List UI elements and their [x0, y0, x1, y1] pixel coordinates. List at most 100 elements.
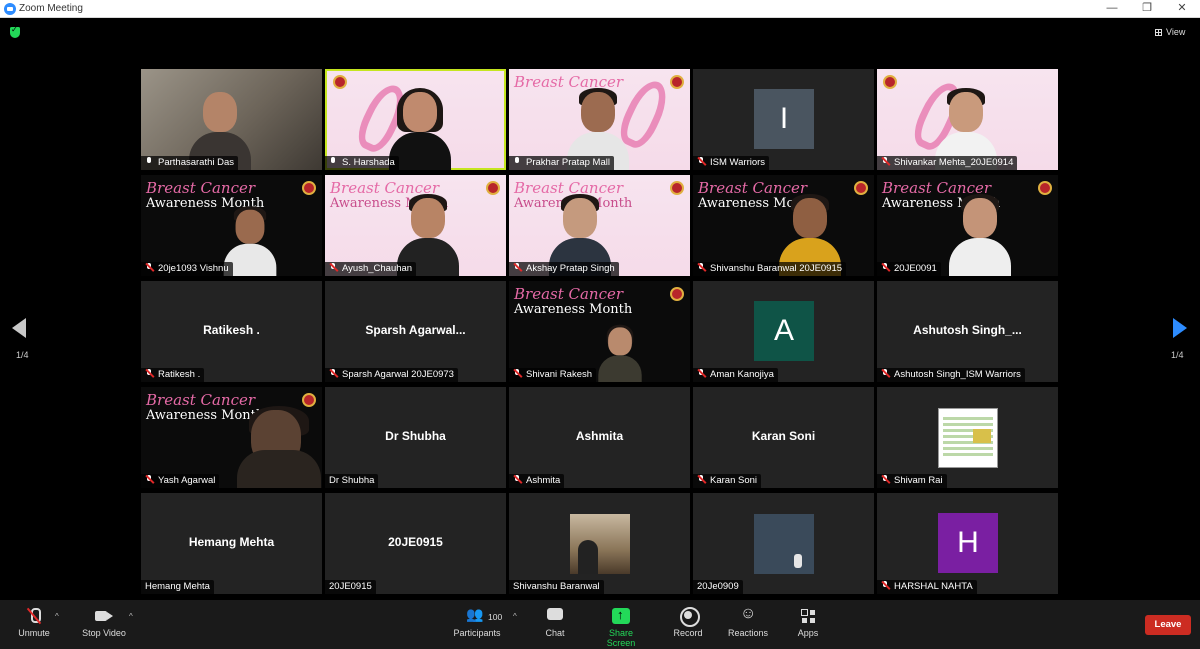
mic-muted-icon: [329, 369, 338, 378]
video-tile[interactable]: 20Je0909: [693, 493, 874, 594]
logo-icon: [883, 75, 897, 89]
mic-icon: [329, 157, 338, 166]
video-tile[interactable]: Karan Soni Karan Soni: [693, 387, 874, 488]
video-tile[interactable]: Dr Shubha Dr Shubha: [325, 387, 506, 488]
video-tile[interactable]: Shivanshu Baranwal: [509, 493, 690, 594]
video-options-caret-icon[interactable]: ^: [129, 612, 133, 621]
participant-count: 100: [488, 612, 503, 622]
video-tile[interactable]: Ratikesh . Ratikesh .: [141, 281, 322, 382]
mic-muted-icon: [145, 369, 154, 378]
participant-display-name: Ashmita: [575, 429, 624, 443]
participant-name: Akshay Pratap Singh: [526, 263, 615, 274]
reactions-label: Reactions: [728, 628, 769, 638]
video-tile[interactable]: Breast Cancer Awareness Month 20je1093 Vi…: [141, 175, 322, 276]
video-tile[interactable]: S. Harshada: [325, 69, 506, 170]
share-screen-button[interactable]: Share Screen: [594, 607, 648, 648]
participant-name: S. Harshada: [342, 157, 395, 168]
maximize-icon[interactable]: ❐: [1128, 0, 1166, 18]
participants-icon: [466, 606, 486, 624]
participant-display-name: Sparsh Agarwal...: [365, 323, 466, 337]
apps-icon: [799, 608, 817, 624]
participant-name: 20Je0909: [697, 581, 739, 592]
participant-display-name: Dr Shubha: [385, 429, 446, 443]
video-tile[interactable]: Parthasarathi Das: [141, 69, 322, 170]
logo-icon: [1038, 181, 1052, 195]
stop-video-label: Stop Video: [82, 628, 126, 638]
participant-name: Shivankar Mehta_20JE0914: [894, 157, 1014, 168]
mic-muted-icon: [329, 263, 338, 272]
video-tile[interactable]: H HARSHAL NAHTA: [877, 493, 1058, 594]
video-tile[interactable]: Ashutosh Singh_... Ashutosh Singh_ISM Wa…: [877, 281, 1058, 382]
video-tile[interactable]: Breast Cancer Prakhar Pratap Mall: [509, 69, 690, 170]
video-tile[interactable]: Breast Cancer Awareness Month Shivanshu B…: [693, 175, 874, 276]
profile-picture: [938, 408, 998, 468]
participant-display-name: Ratikesh .: [203, 323, 260, 337]
leave-button[interactable]: Leave: [1145, 615, 1191, 635]
record-icon: [679, 607, 700, 627]
video-tile[interactable]: Sparsh Agarwal... Sparsh Agarwal 20JE097…: [325, 281, 506, 382]
mic-muted-icon: [697, 157, 706, 166]
video-tile[interactable]: Breast Cancer Awareness Month Shivani Rak…: [509, 281, 690, 382]
next-page-arrow-icon[interactable]: [1173, 318, 1187, 338]
mic-muted-icon: [881, 475, 890, 484]
participant-name: Hemang Mehta: [145, 581, 210, 592]
video-tile[interactable]: Shivankar Mehta_20JE0914: [877, 69, 1058, 170]
video-tile[interactable]: Breast Cancer Awareness Month Yash Agarwa…: [141, 387, 322, 488]
view-label: View: [1166, 27, 1186, 37]
mic-muted-icon: [881, 581, 890, 590]
view-button[interactable]: View: [1155, 27, 1185, 37]
video-tile[interactable]: Breast Cancer Awareness Month Ayush_Chauh…: [325, 175, 506, 276]
participant-name: Aman Kanojiya: [710, 369, 774, 380]
video-tile[interactable]: A Aman Kanojiya: [693, 281, 874, 382]
unmute-button[interactable]: Unmute: [16, 608, 52, 638]
grid-icon: [1155, 29, 1162, 36]
video-tile[interactable]: Shivam Rai: [877, 387, 1058, 488]
mic-muted-icon: [881, 263, 890, 272]
video-tile[interactable]: 20JE0915 20JE0915: [325, 493, 506, 594]
participant-name: Shivam Rai: [894, 475, 943, 486]
mic-muted-icon: [881, 157, 890, 166]
participant-name: 20je1093 Vishnu: [158, 263, 229, 274]
participant-display-name: Hemang Mehta: [188, 535, 275, 549]
audio-options-caret-icon[interactable]: ^: [55, 612, 59, 621]
apps-button[interactable]: Apps: [796, 608, 820, 638]
mic-muted-icon: [881, 369, 890, 378]
participant-name: Prakhar Pratap Mall: [526, 157, 610, 168]
page-indicator-left: 1/4: [16, 350, 29, 360]
participant-name: 20JE0091: [894, 263, 937, 274]
mic-muted-icon: [513, 369, 522, 378]
mic-muted-icon: [145, 475, 154, 484]
video-tile[interactable]: Breast Cancer Awareness Month Akshay Prat…: [509, 175, 690, 276]
video-tile[interactable]: I ISM Warriors: [693, 69, 874, 170]
profile-picture: [754, 514, 814, 574]
chat-button[interactable]: Chat: [543, 608, 567, 638]
mic-muted-icon: [513, 263, 522, 272]
security-shield-icon[interactable]: [10, 25, 20, 38]
video-tile[interactable]: Hemang Mehta Hemang Mehta: [141, 493, 322, 594]
participant-display-name: 20JE0915: [388, 535, 443, 549]
participant-name: 20JE0915: [329, 581, 372, 592]
logo-icon: [486, 181, 500, 195]
mic-muted-icon: [697, 263, 706, 272]
mic-icon: [145, 157, 154, 166]
participant-video: [598, 323, 642, 382]
video-tile[interactable]: Breast Cancer Awareness Month 20JE0091: [877, 175, 1058, 276]
participant-name: Ashmita: [526, 475, 561, 486]
participant-display-name: Karan Soni: [751, 429, 816, 443]
record-button[interactable]: Record: [673, 607, 703, 638]
previous-page-arrow-icon[interactable]: [12, 318, 26, 338]
logo-icon: [670, 181, 684, 195]
participant-name: Sparsh Agarwal 20JE0973: [342, 369, 454, 380]
participant-video: [949, 192, 1011, 276]
close-icon[interactable]: ✕: [1163, 0, 1200, 18]
video-tile[interactable]: Ashmita Ashmita: [509, 387, 690, 488]
participant-name: Ayush_Chauhan: [342, 263, 413, 274]
stop-video-button[interactable]: Stop Video: [80, 608, 128, 638]
mic-icon: [513, 157, 522, 166]
participant-name: Karan Soni: [710, 475, 758, 486]
gallery-grid: Parthasarathi Das S. Harshada Breast Can…: [141, 69, 1059, 594]
participants-options-caret-icon[interactable]: ^: [513, 612, 517, 621]
reactions-button[interactable]: Reactions: [728, 605, 769, 638]
minimize-icon[interactable]: —: [1093, 0, 1131, 18]
avatar: A: [754, 301, 814, 361]
